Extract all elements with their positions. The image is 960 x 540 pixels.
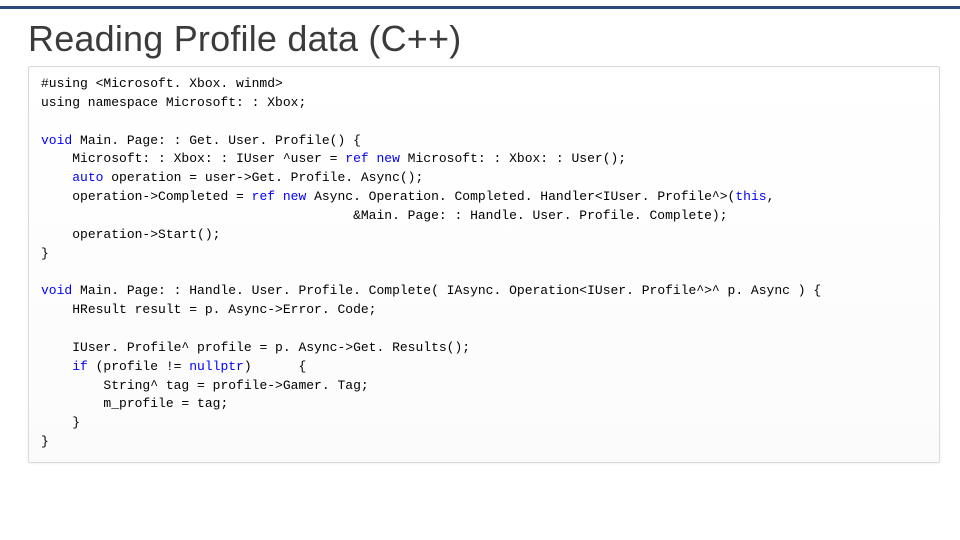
slide-title: Reading Profile data (C++) (28, 18, 940, 60)
code-content: #using <Microsoft. Xbox. winmd> using na… (41, 75, 927, 452)
slide: Reading Profile data (C++) #using <Micro… (28, 18, 940, 530)
code-block: #using <Microsoft. Xbox. winmd> using na… (28, 66, 940, 463)
top-rule (0, 6, 960, 9)
